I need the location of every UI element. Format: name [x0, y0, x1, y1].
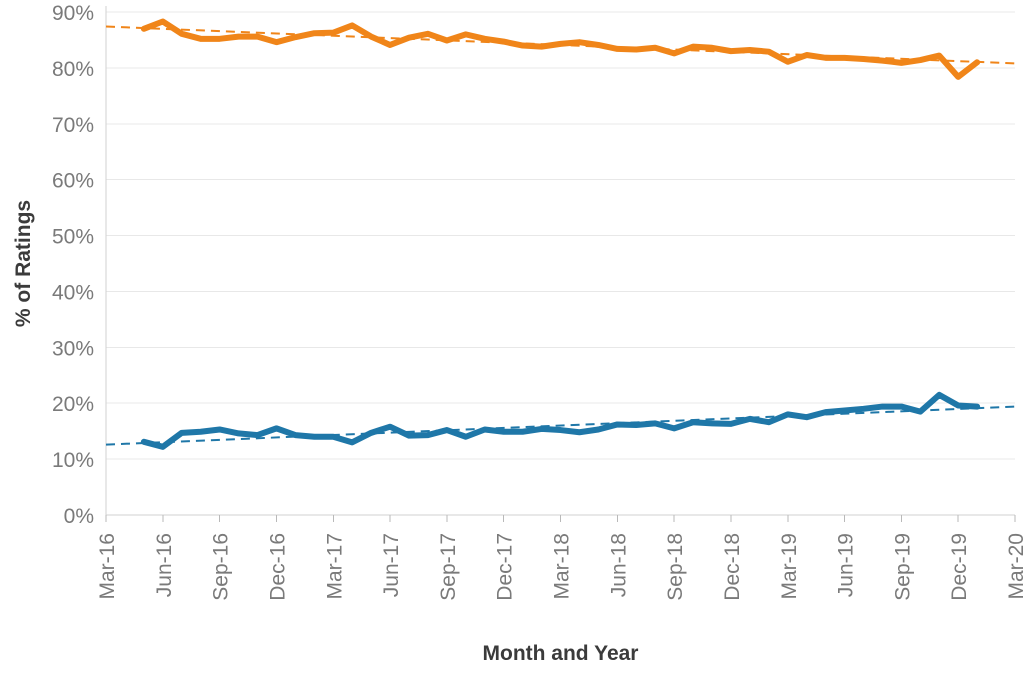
x-tick-label: Sep-18	[664, 533, 687, 601]
y-axis-tick-labels: 0% 10% 20% 30% 40% 50% 60% 70% 80% 90%	[52, 2, 94, 528]
x-tick-label: Dec-16	[266, 533, 289, 601]
chart-container: 0% 10% 20% 30% 40% 50% 60% 70% 80% 90% Mar-16 Jun-…	[0, 0, 1024, 675]
y-tick-label: 0%	[64, 505, 94, 528]
x-axis-tick-labels: Mar-16 Jun-16 Sep-16 Dec-16 Mar-17 Jun-17 Sep-…	[96, 533, 1024, 601]
y-axis-title: % of Ratings	[12, 200, 35, 327]
y-tick-label: 90%	[52, 2, 94, 25]
y-tick-label: 10%	[52, 449, 94, 472]
line-chart: 0% 10% 20% 30% 40% 50% 60% 70% 80% 90% Mar-16 Jun-…	[12, 2, 1024, 665]
x-tick-label: Sep-19	[891, 533, 914, 601]
series-line	[140, 18, 981, 80]
x-axis-title: Month and Year	[483, 642, 639, 665]
x-tick-label: Mar-19	[778, 533, 801, 600]
x-tick-label: Dec-17	[494, 533, 517, 601]
y-tick-label: 80%	[52, 58, 94, 81]
x-tick-label: Mar-18	[551, 533, 574, 600]
series-line	[140, 391, 981, 450]
x-tick-label: Jun-16	[153, 533, 176, 597]
x-tick-label: Jun-17	[380, 533, 403, 597]
trendline	[105, 405, 1016, 446]
x-tick-label: Sep-16	[210, 533, 233, 601]
y-tick-label: 50%	[52, 226, 94, 249]
x-tick-label: Mar-16	[96, 533, 119, 600]
data-series-group	[140, 18, 981, 450]
y-tick-label: 70%	[52, 114, 94, 137]
x-tick-label: Mar-20	[1005, 533, 1024, 600]
x-tick-label: Jun-18	[607, 533, 630, 597]
x-tick-label: Mar-17	[323, 533, 346, 600]
x-tick-label: Jun-19	[835, 533, 858, 597]
tick-marks-group	[105, 515, 1016, 522]
y-tick-label: 60%	[52, 170, 94, 193]
y-tick-label: 20%	[52, 393, 94, 416]
y-tick-label: 40%	[52, 281, 94, 304]
x-tick-label: Dec-19	[948, 533, 971, 601]
x-tick-label: Sep-17	[437, 533, 460, 601]
y-tick-label: 30%	[52, 337, 94, 360]
x-tick-label: Dec-18	[721, 533, 744, 601]
